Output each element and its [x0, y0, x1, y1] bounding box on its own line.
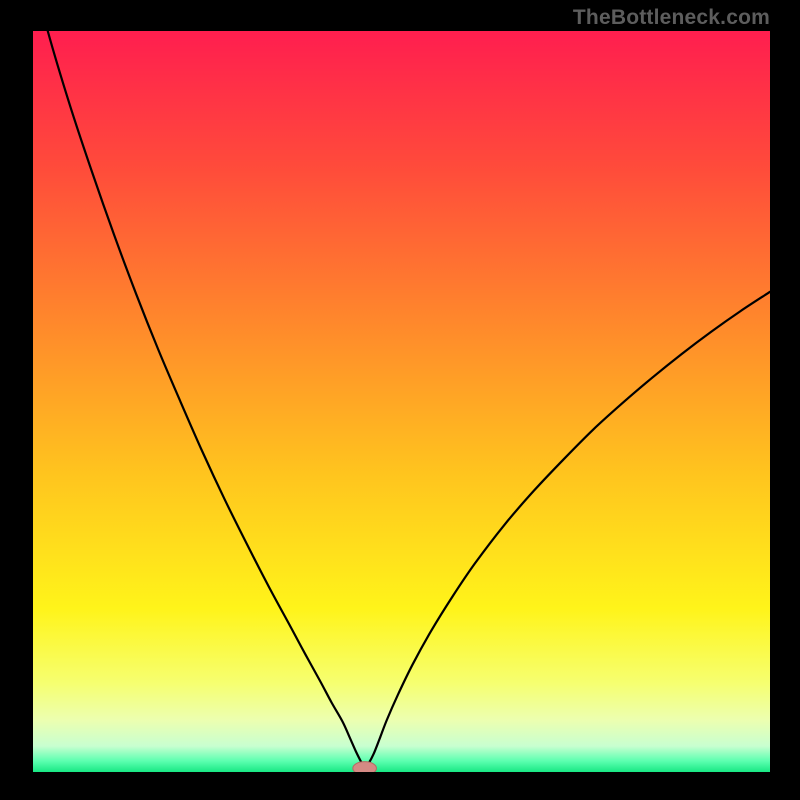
gradient-background [33, 31, 770, 772]
chart-svg [33, 31, 770, 772]
watermark-text: TheBottleneck.com [573, 6, 770, 30]
plot-area [33, 31, 770, 772]
optimal-point-marker [353, 762, 377, 772]
outer-frame: TheBottleneck.com [0, 0, 800, 800]
